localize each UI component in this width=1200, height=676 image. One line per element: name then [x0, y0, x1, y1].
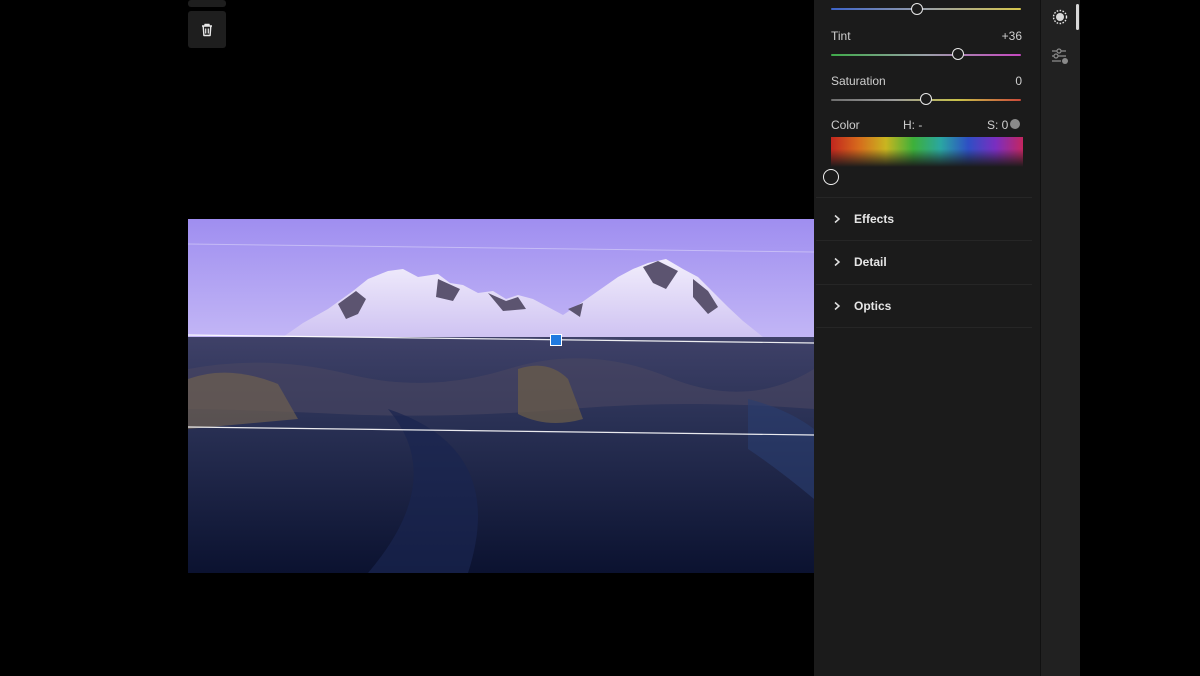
- color-mix-button[interactable]: [1049, 6, 1071, 28]
- toolbar-button-partial[interactable]: [188, 0, 226, 7]
- adjust-presets-icon: [1052, 48, 1068, 64]
- section-optics-label: Optics: [854, 299, 892, 313]
- landscape-photo: [188, 219, 814, 573]
- color-picker-fade: [831, 137, 1023, 167]
- section-effects-label: Effects: [854, 212, 895, 226]
- color-hue-readout: H: -: [903, 118, 923, 132]
- tint-slider-track[interactable]: [831, 54, 1021, 56]
- color-mix-icon: [1052, 9, 1068, 25]
- trash-icon: [202, 23, 212, 36]
- adjust-presets-button[interactable]: [1049, 45, 1071, 67]
- temp-slider-track[interactable]: [831, 8, 1021, 10]
- tint-label: Tint: [831, 29, 851, 43]
- saturation-value[interactable]: 0: [980, 74, 1022, 88]
- section-effects[interactable]: Effects: [816, 197, 1032, 240]
- color-label: Color: [831, 118, 860, 132]
- panel-icon-bar: [1040, 0, 1080, 676]
- section-optics[interactable]: Optics: [816, 284, 1032, 328]
- section-detail[interactable]: Detail: [816, 240, 1032, 283]
- color-picker-cursor[interactable]: [823, 169, 839, 185]
- color-swatch-indicator[interactable]: [1010, 119, 1020, 129]
- temp-slider-thumb[interactable]: [910, 3, 923, 15]
- photo-canvas[interactable]: [188, 219, 814, 573]
- delete-button[interactable]: [188, 11, 226, 48]
- chevron-right-icon: [822, 257, 852, 267]
- chevron-right-icon: [822, 214, 852, 224]
- saturation-label: Saturation: [831, 74, 886, 88]
- mask-center-handle[interactable]: [550, 334, 562, 346]
- color-saturation-readout: S: 0: [987, 118, 1009, 132]
- tint-value[interactable]: +36: [980, 29, 1022, 43]
- section-detail-label: Detail: [854, 255, 887, 269]
- active-tab-indicator: [1076, 4, 1079, 30]
- saturation-slider-thumb[interactable]: [920, 93, 932, 105]
- chevron-right-icon: [822, 301, 852, 311]
